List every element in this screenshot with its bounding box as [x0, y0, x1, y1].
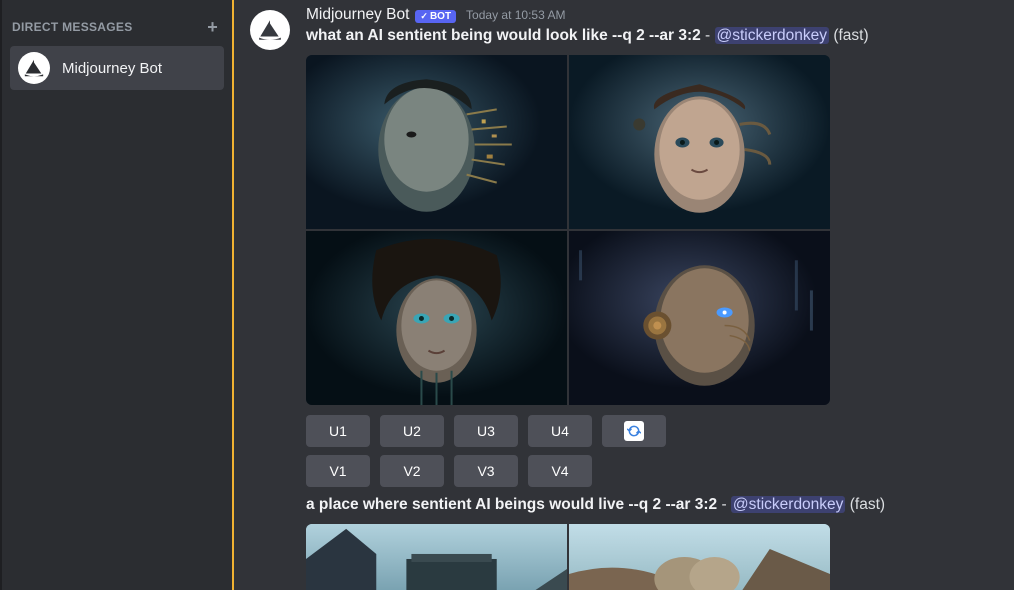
prompt-line: a place where sentient AI beings would l… [306, 495, 1014, 516]
reroll-button[interactable] [602, 415, 666, 447]
message-header: Midjourney Bot ✓ BOT Today at 10:53 AM [306, 6, 1014, 24]
mode-label: (fast) [833, 27, 868, 44]
sidebar-item-label: Midjourney Bot [62, 60, 162, 77]
avatar [18, 52, 50, 84]
v2-button[interactable]: V2 [380, 455, 444, 487]
sidebar-item-midjourney[interactable]: Midjourney Bot [10, 46, 224, 90]
prompt-line: what an AI sentient being would look lik… [306, 26, 1014, 47]
u4-button[interactable]: U4 [528, 415, 592, 447]
image-grid[interactable] [306, 524, 830, 590]
timestamp: Today at 10:53 AM [466, 8, 565, 22]
message: Midjourney Bot ✓ BOT Today at 10:53 AM w… [250, 4, 1014, 590]
u3-button[interactable]: U3 [454, 415, 518, 447]
mode-label: (fast) [850, 496, 885, 513]
v4-button[interactable]: V4 [528, 455, 592, 487]
sailboat-icon [257, 17, 283, 43]
u2-button[interactable]: U2 [380, 415, 444, 447]
image-cell-3 [306, 231, 567, 405]
dm-header-label: DIRECT MESSAGES [12, 20, 133, 34]
u1-button[interactable]: U1 [306, 415, 370, 447]
dm-header: DIRECT MESSAGES + [2, 10, 232, 44]
v1-button[interactable]: V1 [306, 455, 370, 487]
image-cell-4 [569, 231, 830, 405]
image-cell-1 [306, 524, 567, 590]
sailboat-icon [23, 57, 45, 79]
v-button-row: V1 V2 V3 V4 [306, 455, 1014, 487]
message-avatar[interactable] [250, 10, 290, 50]
refresh-icon [624, 421, 644, 441]
image-cell-2 [569, 55, 830, 229]
author-name[interactable]: Midjourney Bot [306, 6, 409, 24]
image-grid[interactable] [306, 55, 830, 405]
mention[interactable]: @stickerdonkey [715, 27, 830, 44]
v3-button[interactable]: V3 [454, 455, 518, 487]
mention[interactable]: @stickerdonkey [731, 496, 846, 513]
dm-sidebar: DIRECT MESSAGES + Midjourney Bot [0, 0, 232, 590]
chat-area: Midjourney Bot ✓ BOT Today at 10:53 AM w… [232, 0, 1014, 590]
image-cell-2 [569, 524, 830, 590]
check-icon: ✓ [420, 11, 428, 22]
image-cell-1 [306, 55, 567, 229]
plus-icon[interactable]: + [207, 18, 218, 36]
prompt-text: what an AI sentient being would look lik… [306, 27, 701, 44]
bot-tag: ✓ BOT [415, 10, 456, 23]
bot-tag-label: BOT [430, 11, 451, 22]
message-body: Midjourney Bot ✓ BOT Today at 10:53 AM w… [306, 6, 1014, 590]
prompt-text: a place where sentient AI beings would l… [306, 496, 717, 513]
u-button-row: U1 U2 U3 U4 [306, 415, 1014, 447]
